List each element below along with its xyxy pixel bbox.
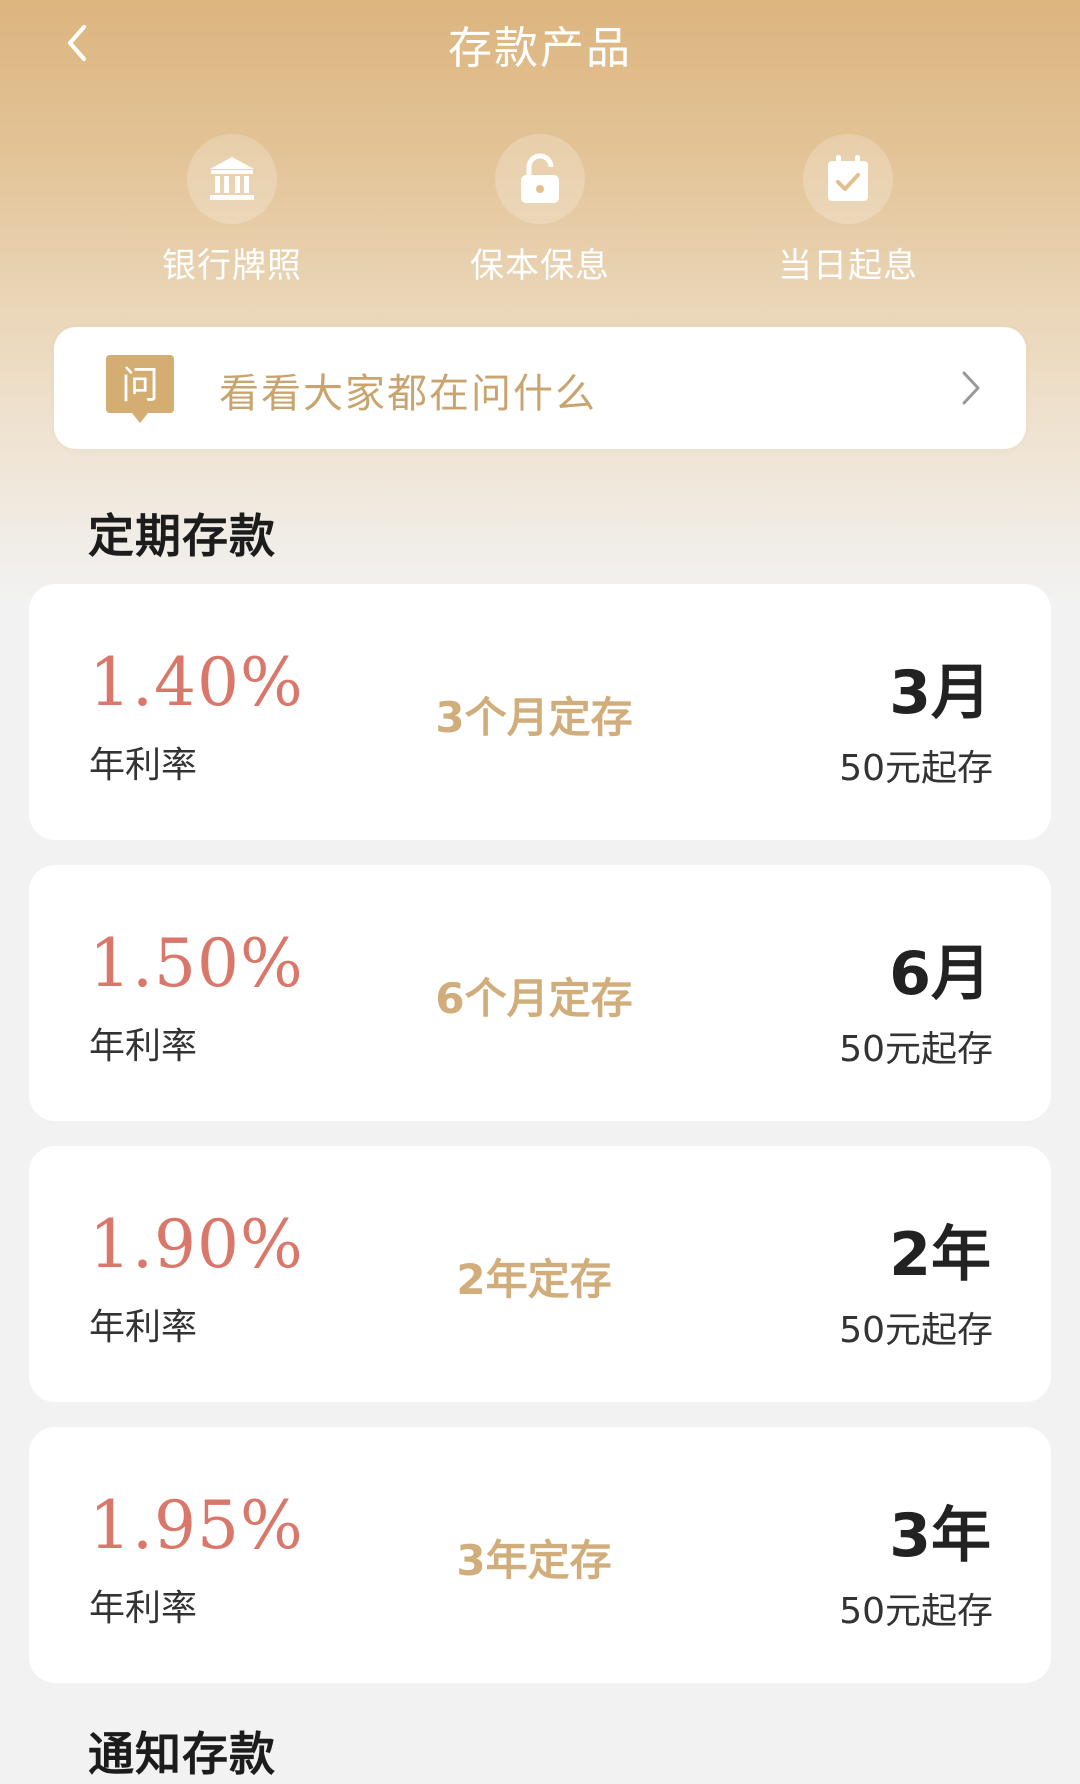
product-card[interactable]: 1.90% 年利率 2年定存 2年 50元起存 <box>29 1146 1051 1402</box>
product-card[interactable]: 1.40% 年利率 3个月定存 3月 50元起存 <box>29 584 1051 840</box>
nav-bar: 存款产品 <box>0 0 1080 90</box>
feature-icon-circle <box>187 134 277 224</box>
calendar-check-icon <box>828 155 868 201</box>
product-rate: 1.50% <box>89 925 304 1002</box>
product-name: 3个月定存 <box>435 693 633 742</box>
product-rate: 1.40% <box>89 644 304 721</box>
product-rate-label: 年利率 <box>89 1026 198 1067</box>
lock-icon <box>521 153 559 203</box>
product-min-amount: 50元起存 <box>839 1591 993 1632</box>
question-badge-icon: 问 <box>106 355 174 429</box>
product-rate: 1.90% <box>89 1206 304 1283</box>
feature-label: 银行牌照 <box>162 246 302 286</box>
product-min-amount: 50元起存 <box>839 1029 993 1070</box>
product-term: 3年 <box>889 1501 991 1571</box>
product-rate-label: 年利率 <box>89 1307 198 1348</box>
feature-bank-license: 银行牌照 <box>122 134 342 287</box>
section-title-notice-deposit: 通知存款 <box>88 1727 276 1781</box>
product-term: 6月 <box>889 939 991 1009</box>
feature-principal-guarantee: 保本保息 <box>430 134 650 287</box>
chevron-right-icon <box>960 369 982 411</box>
product-min-amount: 50元起存 <box>839 748 993 789</box>
feature-row: 银行牌照 保本保息 当日起息 <box>0 134 1080 304</box>
product-term: 2年 <box>889 1220 991 1290</box>
product-card[interactable]: 1.50% 年利率 6个月定存 6月 50元起存 <box>29 865 1051 1121</box>
product-term: 3月 <box>889 658 991 728</box>
feature-icon-circle <box>803 134 893 224</box>
product-min-amount: 50元起存 <box>839 1310 993 1351</box>
product-card[interactable]: 1.95% 年利率 3年定存 3年 50元起存 <box>29 1427 1051 1683</box>
page-title: 存款产品 <box>448 23 632 74</box>
feature-label: 保本保息 <box>470 246 610 286</box>
product-name: 6个月定存 <box>435 974 633 1023</box>
product-name: 3年定存 <box>456 1536 612 1585</box>
faq-text: 看看大家都在问什么 <box>219 371 597 417</box>
bank-icon <box>210 157 254 200</box>
faq-banner[interactable]: 问 看看大家都在问什么 <box>54 327 1026 449</box>
section-title-fixed-deposit: 定期存款 <box>88 509 276 563</box>
feature-label: 当日起息 <box>778 246 918 286</box>
question-badge-text: 问 <box>121 363 159 407</box>
feature-icon-circle <box>495 134 585 224</box>
product-name: 2年定存 <box>456 1255 612 1304</box>
product-rate-label: 年利率 <box>89 1588 198 1629</box>
product-rate-label: 年利率 <box>89 745 198 786</box>
feature-same-day-interest: 当日起息 <box>738 134 958 287</box>
product-rate: 1.95% <box>89 1487 304 1564</box>
